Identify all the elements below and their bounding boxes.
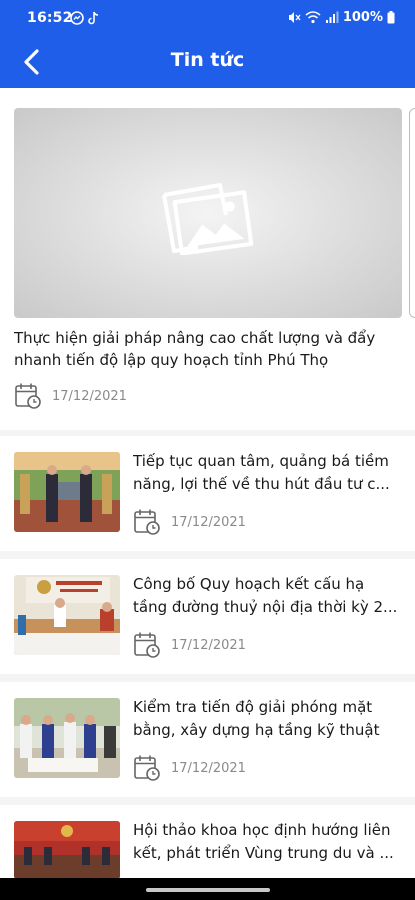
image-placeholder-icon — [162, 183, 254, 255]
calendar-clock-icon — [134, 632, 160, 658]
battery-icon — [387, 11, 395, 24]
home-gesture-handle[interactable] — [146, 888, 270, 892]
news-item[interactable]: Tiếp tục quan tâm, quảng bá tiềm năng, l… — [0, 436, 415, 551]
news-date: 17/12/2021 — [171, 637, 246, 653]
signal-icon — [325, 11, 339, 23]
featured-date: 17/12/2021 — [52, 388, 127, 404]
messenger-icon — [70, 10, 84, 25]
news-date: 17/12/2021 — [171, 760, 246, 776]
calendar-clock-icon — [134, 755, 160, 781]
status-time: 16:52 — [27, 10, 73, 26]
news-date: 17/12/2021 — [171, 514, 246, 530]
page-title: Tin tức — [170, 49, 245, 71]
tiktok-icon — [88, 11, 99, 24]
news-item[interactable]: Công bố Quy hoạch kết cấu hạ tầng đường … — [0, 559, 415, 674]
battery-percent: 100% — [342, 10, 383, 25]
system-navigation-bar — [0, 878, 415, 900]
featured-image — [14, 108, 402, 318]
news-thumbnail — [14, 698, 120, 778]
news-title[interactable]: Hội thảo khoa học định hướng liên kết, p… — [133, 819, 398, 865]
news-meta: 17/12/2021 — [133, 631, 246, 659]
status-bar: 16:52 100% — [0, 0, 415, 36]
mute-icon — [288, 12, 301, 23]
notification-icons — [70, 10, 100, 25]
news-title[interactable]: Kiểm tra tiến độ giải phóng mặt bằng, xâ… — [133, 696, 398, 742]
app-bar: Tin tức — [0, 36, 415, 88]
news-thumbnail — [14, 575, 120, 655]
news-title[interactable]: Công bố Quy hoạch kết cấu hạ tầng đường … — [133, 573, 398, 619]
calendar-clock-icon — [15, 383, 41, 409]
featured-title[interactable]: Thực hiện giải pháp nâng cao chất lượng … — [14, 327, 394, 371]
status-right: 100% — [287, 10, 395, 25]
news-title[interactable]: Tiếp tục quan tâm, quảng bá tiềm năng, l… — [133, 450, 398, 496]
featured-meta: 17/12/2021 — [14, 382, 127, 410]
featured-news-card[interactable]: Thực hiện giải pháp nâng cao chất lượng … — [0, 88, 415, 430]
calendar-clock-icon — [134, 509, 160, 535]
news-thumbnail — [14, 452, 120, 532]
news-item[interactable]: Kiểm tra tiến độ giải phóng mặt bằng, xâ… — [0, 682, 415, 797]
news-meta: 17/12/2021 — [133, 754, 246, 782]
news-list[interactable]: Thực hiện giải pháp nâng cao chất lượng … — [0, 88, 415, 878]
news-meta: 17/12/2021 — [133, 508, 246, 536]
news-item[interactable]: Hội thảo khoa học định hướng liên kết, p… — [0, 805, 415, 878]
next-featured-card-peek[interactable] — [409, 108, 415, 318]
news-thumbnail — [14, 821, 120, 878]
wifi-icon — [305, 11, 321, 24]
